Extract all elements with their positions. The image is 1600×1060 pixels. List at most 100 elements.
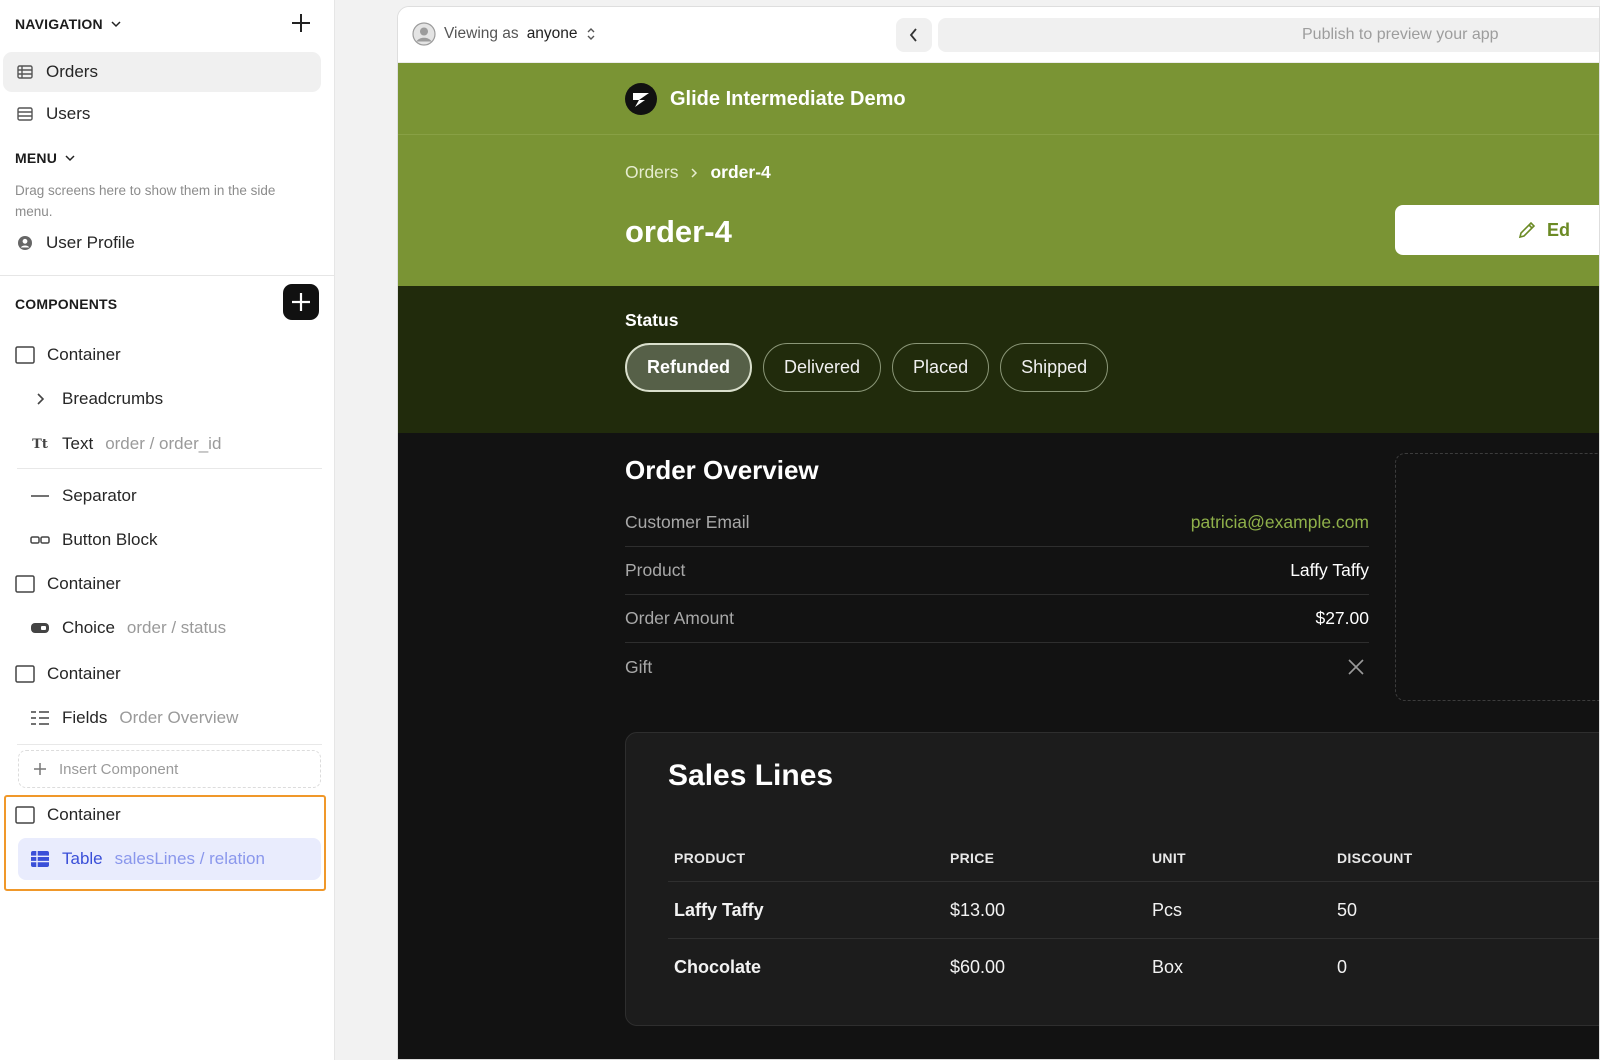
viewing-role: anyone	[526, 25, 578, 42]
table-row[interactable]: Chocolate $60.00 Box 0	[668, 938, 1599, 995]
chevron-right-icon	[30, 389, 50, 409]
column-header-product: PRODUCT	[674, 850, 746, 866]
plus-icon	[292, 14, 310, 32]
navigation-title: NAVIGATION	[15, 16, 103, 32]
status-option-shipped[interactable]: Shipped	[1000, 343, 1109, 392]
container-icon	[15, 574, 35, 594]
breadcrumb-current: order-4	[710, 162, 771, 182]
section-divider	[0, 275, 335, 276]
column-header-unit: UNIT	[1152, 850, 1186, 866]
component-choice[interactable]: Choice order / status	[30, 608, 226, 648]
user-icon	[18, 236, 32, 250]
table-row[interactable]: Laffy Taffy $13.00 Pcs 50	[668, 881, 1599, 938]
chevron-down-icon	[111, 21, 121, 28]
component-label: Choice	[62, 618, 115, 637]
component-breadcrumbs[interactable]: Breadcrumbs	[30, 379, 163, 419]
field-label: Customer Email	[625, 512, 750, 532]
status-option-refunded[interactable]: Refunded	[625, 343, 752, 392]
status-option-delivered[interactable]: Delivered	[763, 343, 882, 392]
status-label: Status	[625, 310, 679, 330]
app-preview: Viewing as anyone Publish to preview you…	[397, 6, 1600, 1060]
nav-item-users[interactable]: Users	[3, 94, 321, 134]
nav-item-orders[interactable]: Orders	[3, 52, 321, 92]
avatar-icon	[412, 22, 436, 46]
insert-component-label: Insert Component	[59, 760, 179, 778]
column-header-discount: DISCOUNT	[1337, 850, 1413, 866]
preview-topbar: Viewing as anyone Publish to preview you…	[398, 7, 1599, 63]
button-block-icon	[30, 530, 50, 550]
component-container-1[interactable]: Container	[15, 335, 121, 375]
order-overview-title: Order Overview	[625, 455, 819, 485]
cell-product: Chocolate	[674, 957, 762, 977]
table-icon	[31, 851, 49, 867]
field-label: Gift	[625, 656, 653, 677]
cell-price: $13.00	[950, 900, 1006, 920]
tree-divider	[17, 468, 322, 469]
back-button[interactable]	[896, 18, 932, 52]
menu-title: MENU	[15, 150, 58, 166]
url-bar[interactable]: Publish to preview your app	[938, 18, 1599, 52]
components-title: COMPONENTS	[15, 296, 118, 312]
nav-item-label: Users	[46, 104, 91, 123]
tree-divider	[17, 744, 322, 745]
component-label: Text	[62, 434, 94, 453]
menu-hint: Drag screens here to show them in the si…	[15, 183, 276, 219]
component-separator[interactable]: Separator	[30, 476, 137, 516]
component-container-3[interactable]: Container	[15, 654, 121, 694]
glide-logo-icon	[625, 83, 657, 115]
separator-icon	[30, 486, 50, 506]
insert-component-button[interactable]: Insert Component	[18, 750, 321, 788]
table-icon	[17, 107, 33, 121]
chevron-left-icon	[909, 28, 917, 42]
component-label: Container	[47, 345, 121, 364]
component-label: Breadcrumbs	[62, 389, 164, 408]
customer-email-link[interactable]: patricia@example.com	[1191, 512, 1369, 533]
app-header: Glide Intermediate Demo	[398, 63, 1599, 135]
field-value: $27.00	[1315, 608, 1369, 628]
left-panel: NAVIGATION Orders Users MENU Drag screen…	[0, 0, 335, 1060]
sales-lines-title: Sales Lines	[668, 759, 834, 792]
component-text[interactable]: Tt Text order / order_id	[30, 424, 221, 464]
edit-button-label: Ed	[1547, 219, 1571, 240]
breadcrumb-orders-link[interactable]: Orders	[625, 162, 678, 183]
status-section: Status Refunded Delivered Placed Shipped	[398, 286, 1599, 433]
component-label: Table	[62, 849, 103, 868]
component-sub: salesLines / relation	[114, 849, 265, 868]
component-label: Container	[47, 574, 121, 593]
page-hero: Orders order-4 order-4 Ed	[398, 135, 1599, 286]
column-header-price: PRICE	[950, 850, 995, 866]
field-gift: Gift	[625, 643, 1369, 691]
cell-product: Laffy Taffy	[674, 900, 764, 920]
table-icon	[17, 65, 33, 79]
container-icon	[15, 805, 35, 825]
cell-discount: 50	[1337, 900, 1358, 920]
component-label: Container	[47, 805, 121, 824]
text-icon: Tt	[32, 436, 48, 452]
component-sub: Order Overview	[119, 708, 239, 727]
viewing-as-selector[interactable]: Viewing as anyone	[412, 22, 596, 46]
add-screen-button[interactable]	[288, 10, 314, 36]
menu-header[interactable]: MENU	[15, 150, 75, 166]
menu-item-user-profile[interactable]: User Profile	[3, 223, 321, 263]
app-title: Glide Intermediate Demo	[670, 88, 906, 110]
field-value: Laffy Taffy	[1290, 560, 1369, 580]
container-icon	[15, 664, 35, 684]
field-label: Order Amount	[625, 608, 734, 628]
empty-placeholder	[1395, 453, 1599, 701]
component-table-selected[interactable]: Table salesLines / relation	[18, 838, 321, 880]
component-container-2[interactable]: Container	[15, 564, 121, 604]
component-label: Button Block	[62, 530, 158, 549]
component-fields[interactable]: Fields Order Overview	[30, 698, 238, 738]
component-button-block[interactable]: Button Block	[30, 520, 157, 560]
cell-unit: Box	[1152, 957, 1184, 977]
navigation-header[interactable]: NAVIGATION	[15, 16, 121, 32]
x-icon	[1348, 659, 1364, 675]
breadcrumb: Orders order-4	[625, 162, 771, 183]
component-label: Container	[47, 664, 121, 683]
component-container-4[interactable]: Container	[15, 795, 121, 835]
sales-lines-card: Sales Lines PRODUCT PRICE UNIT DISCOUNT …	[625, 732, 1599, 1026]
status-option-placed[interactable]: Placed	[892, 343, 990, 392]
edit-button[interactable]: Ed	[1395, 205, 1599, 255]
component-sub: order / status	[126, 618, 227, 637]
add-component-button[interactable]	[283, 284, 319, 320]
